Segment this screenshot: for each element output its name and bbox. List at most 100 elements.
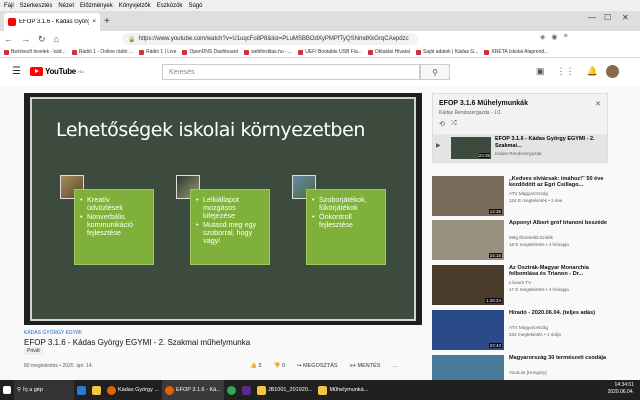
extensions-area: ◈ ◉ ≡	[540, 33, 568, 41]
share-button[interactable]: ↪ MEGOSZTÁS	[297, 363, 338, 369]
bookmark-item[interactable]: OpenDNS Dashboard	[182, 49, 238, 55]
video-title: Apponyi Albert gróf trianoni beszéde	[509, 220, 607, 226]
dislike-button[interactable]: 👎 0	[273, 363, 284, 369]
recommended-video[interactable]: 24:15 Apponyi Albert gróf trianoni beszéd…	[432, 220, 608, 260]
lock-icon: 🔒	[128, 36, 136, 43]
bookmark-item[interactable]: Rádió 1 | Live	[138, 49, 177, 55]
close-playlist-icon[interactable]: ✕	[595, 100, 601, 108]
bookmark-item[interactable]: Oktatási Hivatal	[367, 49, 410, 55]
channel-tag[interactable]: KÁDAS GYÖRGY EGYMI	[24, 330, 82, 336]
bookmark-item[interactable]: webforditas.hu - ...	[244, 49, 292, 55]
new-tab-icon[interactable]: +	[104, 16, 110, 27]
taskbar-doc[interactable]: Műhelymunká...	[315, 380, 371, 400]
home-icon[interactable]: ⌂	[54, 34, 59, 44]
bookmark-label: KRÉTA Iskolai Alaprend...	[491, 49, 549, 55]
menu-item[interactable]: Nézet	[58, 3, 74, 9]
menu-icon[interactable]: ≡	[564, 33, 568, 41]
slide-title: Lehetőségek iskolai környezetben	[56, 119, 366, 141]
search-input[interactable]: Keresés	[162, 64, 420, 80]
slide-box-3: Szoborjátékok, fűkörjátékok Önkontroll f…	[306, 189, 386, 265]
bookmark-item[interactable]: UEFI Bootable USB Fla...	[298, 49, 362, 55]
url-text: https://www.youtube.com/watch?v=U1uqcFo8…	[138, 36, 409, 42]
taskbar-explorer[interactable]	[89, 380, 104, 400]
slide-bullet: Lelkiállapot mozgásos kifejezése	[196, 196, 263, 220]
clock[interactable]: 14:34:01 2020.06.04.	[608, 382, 634, 396]
minimize-icon[interactable]: —	[588, 13, 596, 22]
header-icons: ▣ ⋮⋮ 🔔	[536, 66, 598, 77]
taskbar-chrome[interactable]	[224, 380, 239, 400]
playlist-item-title: EFOP 3.1.6 - Kádas György EGYMI - 2. Sza…	[495, 136, 595, 149]
menu-item[interactable]: Előzmények	[80, 3, 113, 9]
like-button[interactable]: 👍 3	[250, 363, 261, 369]
bookmark-item[interactable]: Saját adatok | Kádas G...	[415, 49, 479, 55]
taskbar-firefox-2[interactable]: EFOP 3.1.6 - Ká...	[161, 380, 224, 400]
playlist-item[interactable]: ▶ 23:35 EFOP 3.1.6 - Kádas György EGYMI …	[433, 134, 607, 162]
loop-icon[interactable]: ⟲	[439, 120, 445, 128]
hamburger-menu-icon[interactable]: ☰	[12, 66, 21, 77]
bookmark-favicon-icon	[298, 49, 304, 55]
taskbar-label: Műhelymunká...	[329, 387, 369, 393]
youtube-favicon-icon	[8, 18, 16, 26]
now-playing-icon: ▶	[436, 143, 441, 149]
menu-item[interactable]: Fájl	[4, 3, 14, 9]
menu-item[interactable]: Súgó	[188, 3, 202, 9]
edge-icon	[77, 385, 86, 395]
taskbar-search[interactable]: ⚲ Írj a gép	[14, 380, 74, 400]
video-thumbnail: 23:42	[432, 310, 504, 350]
video-channel: YourList [Hungary]	[509, 370, 547, 375]
taskbar-edge[interactable]	[74, 380, 89, 400]
back-icon[interactable]: ←	[4, 34, 13, 44]
clock-date: 2020.06.04.	[607, 389, 634, 395]
menu-item[interactable]: Szerkesztés	[20, 3, 53, 9]
bookmark-label: Saját adatok | Kádas G...	[422, 49, 479, 55]
tab-close-icon[interactable]: ×	[92, 19, 96, 25]
video-meta: 234 megtekintés • 1 órája	[509, 332, 561, 337]
start-button[interactable]	[0, 380, 14, 400]
slide-bullet: Mutasd meg egy szoborral, hogy vagy!	[196, 221, 263, 245]
video-duration: 1:26:24	[484, 298, 502, 303]
save-button[interactable]: ≡+ MENTÉS	[350, 363, 381, 369]
bookmark-item[interactable]: KRÉTA Iskolai Alaprend...	[484, 49, 548, 55]
search-icon: ⚲	[17, 387, 22, 393]
close-window-icon[interactable]: ✕	[622, 13, 629, 22]
forward-icon[interactable]: →	[21, 34, 30, 44]
avatar[interactable]	[606, 65, 619, 78]
extension-icon[interactable]: ◉	[551, 33, 557, 41]
extension-icon[interactable]: ◈	[540, 33, 545, 41]
video-title: Híradó - 2020.06.04. (teljes adás)	[509, 310, 596, 316]
notifications-bell-icon[interactable]: 🔔	[587, 66, 598, 77]
taskbar-files[interactable]: JB1001_201920...	[254, 380, 316, 400]
presentation-slide: Lehetőségek iskolai környezetben Kreatív…	[30, 97, 416, 321]
video-meta: 18 E megtekintés • 4 hónapja	[509, 242, 569, 247]
bookmark-item[interactable]: Beérkező levelek - kád...	[4, 49, 66, 55]
shuffle-icon[interactable]: ⤮	[451, 120, 457, 128]
youtube-logo[interactable]: YouTube HU	[30, 67, 84, 76]
menu-item[interactable]: Eszközök	[157, 3, 183, 9]
search-button[interactable]: ⚲	[420, 64, 450, 80]
recommended-video[interactable]: 1:26:24 Az Osztrák-Magyar Monarchia felbo…	[432, 265, 608, 305]
tab-bar: EFOP 3.1.6 - Kádas György EGY... × + — ☐…	[0, 11, 640, 31]
maximize-icon[interactable]: ☐	[604, 13, 611, 22]
tab-active[interactable]: EFOP 3.1.6 - Kádas György EGY... ×	[4, 13, 100, 31]
playlist-title[interactable]: EFOP 3.1.6 Műhelymunkák	[439, 100, 528, 107]
slide-box-2: Lelkiállapot mozgásos kifejezése Mutasd …	[190, 189, 270, 265]
recommended-video[interactable]: 23:42 Híradó - 2020.06.04. (teljes adás) A…	[432, 310, 608, 350]
bookmark-item[interactable]: Rádió 1 - Online rádió ...	[71, 49, 133, 55]
more-icon[interactable]: …	[392, 363, 398, 369]
taskbar-firefox-1[interactable]: Kádas György ...	[104, 380, 162, 400]
taskbar-app[interactable]	[239, 380, 254, 400]
playlist-duration: 23:35	[478, 153, 490, 158]
bookmark-label: Rádió 1 | Live	[145, 49, 177, 55]
bookmark-favicon-icon	[4, 49, 9, 55]
recommended-video[interactable]: 14:26 „Kedves elvtársak: imához!” 50 éve …	[432, 176, 608, 216]
apps-grid-icon[interactable]: ⋮⋮	[557, 66, 575, 77]
windows-icon	[3, 386, 11, 394]
reload-icon[interactable]: ↻	[38, 34, 46, 45]
bookmark-label: UEFI Bootable USB Fla...	[305, 49, 362, 55]
slide-bullet: Nonverbális kommunikáció fejlesztése	[80, 213, 147, 237]
menu-item[interactable]: Könyvjelzők	[119, 3, 151, 9]
video-duration: 23:42	[488, 343, 502, 348]
url-field[interactable]: 🔒 https://www.youtube.com/watch?v=U1uqcF…	[122, 33, 418, 45]
playlist-panel: EFOP 3.1.6 Műhelymunkák Kádas Rendszerga…	[432, 93, 608, 163]
create-video-icon[interactable]: ▣	[536, 66, 545, 77]
